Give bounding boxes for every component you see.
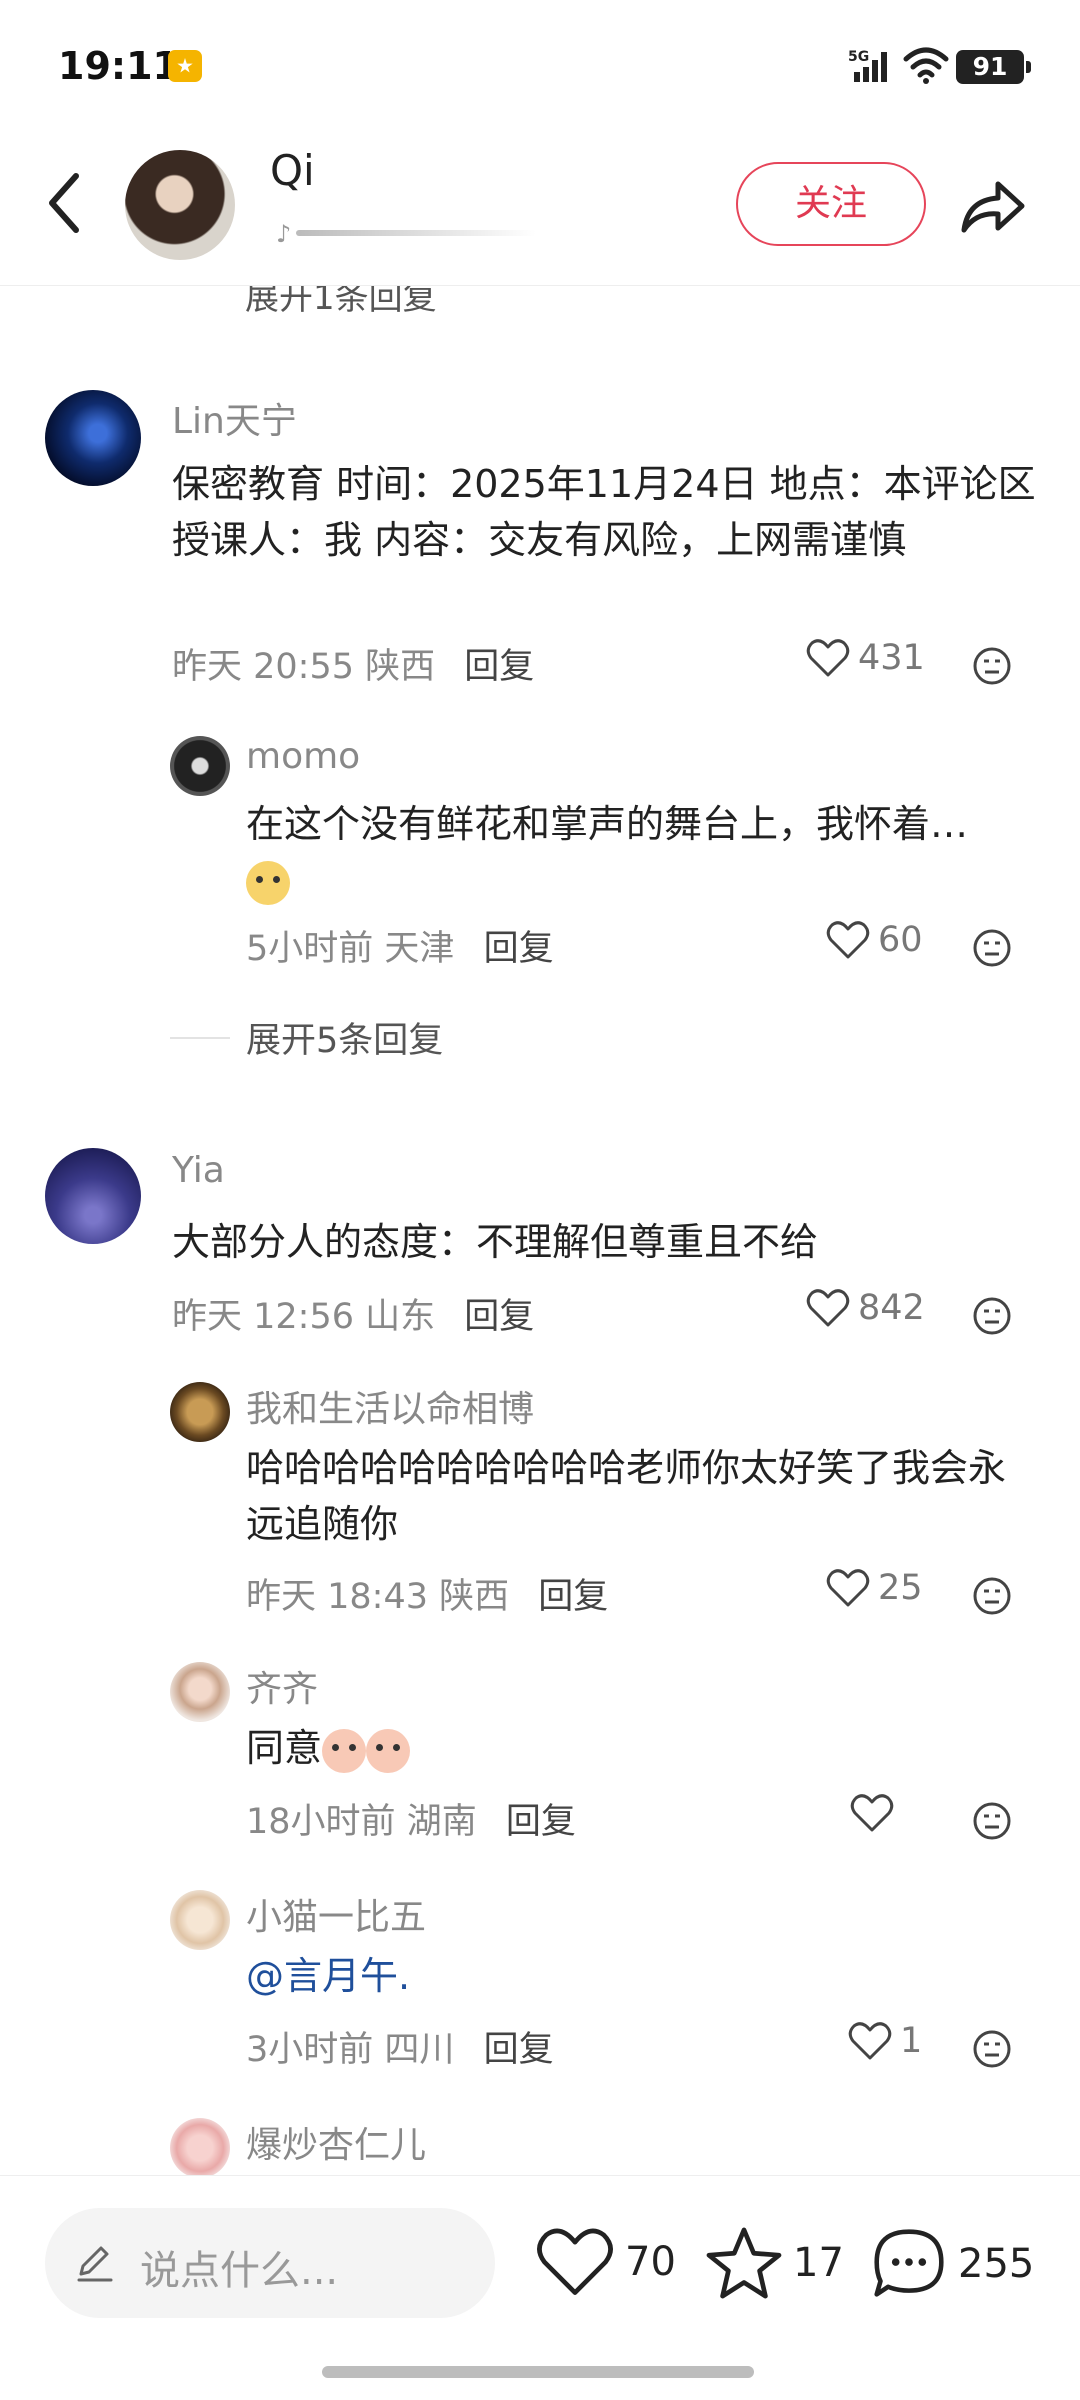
- chat-bubble-icon: [874, 2229, 944, 2297]
- author-name[interactable]: Qi: [270, 146, 315, 195]
- avatar[interactable]: [170, 1382, 230, 1442]
- reply-meta: 3小时前 四川 回复: [246, 2030, 554, 2070]
- reply-username[interactable]: 我和生活以命相博: [246, 1380, 534, 1432]
- dislike-face-icon[interactable]: [972, 2029, 1012, 2069]
- heart-icon: [848, 2022, 892, 2060]
- like-button[interactable]: 842: [806, 1288, 925, 1328]
- avatar[interactable]: [170, 736, 230, 796]
- home-indicator[interactable]: [322, 2366, 754, 2378]
- battery-indicator: 91: [956, 50, 1031, 84]
- wifi-icon: [903, 47, 949, 84]
- reply-text: 哈哈哈哈哈哈哈哈哈哈老师你太好笑了我会永远追随你: [246, 1446, 1007, 1546]
- status-time: 19:11: [58, 44, 179, 88]
- heart-icon: [806, 639, 850, 677]
- comment-input[interactable]: 说点什么...: [45, 2208, 495, 2318]
- follow-button[interactable]: 关注: [736, 162, 926, 246]
- author-avatar[interactable]: [125, 150, 235, 260]
- share-icon[interactable]: [956, 170, 1028, 240]
- comment-location: 陕西: [365, 647, 436, 687]
- pencil-icon: [77, 2246, 113, 2282]
- dislike-face-icon[interactable]: [972, 1801, 1012, 1841]
- reply-meta: 5小时前 天津 回复: [246, 929, 554, 969]
- comment-meta: 昨天 12:56 山东 回复: [172, 1297, 535, 1337]
- comment-count: 255: [958, 2241, 1035, 2287]
- expand-replies-button[interactable]: 展开5条回复: [170, 1012, 443, 1063]
- dislike-face-icon[interactable]: [972, 646, 1012, 686]
- reply-button[interactable]: 回复: [484, 929, 554, 969]
- crying-emoji-icon: [366, 1728, 411, 1773]
- like-button[interactable]: 60: [826, 920, 923, 960]
- post-like-count: 70: [625, 2239, 676, 2285]
- heart-icon: [537, 2228, 613, 2295]
- reply-button[interactable]: 回复: [506, 1802, 576, 1842]
- dislike-face-icon[interactable]: [972, 1296, 1012, 1336]
- dislike-face-icon[interactable]: [972, 1576, 1012, 1616]
- like-count: 1: [900, 2021, 923, 2061]
- bottom-action-bar: 说点什么... 70 17 255: [0, 2175, 1080, 2400]
- avatar[interactable]: [170, 2118, 230, 2178]
- reply-username[interactable]: 爆炒杏仁儿: [246, 2116, 426, 2168]
- heart-icon: [826, 1569, 870, 1607]
- like-post-button[interactable]: 70: [535, 2226, 676, 2298]
- like-count: 842: [858, 1288, 925, 1328]
- heart-icon: [806, 1289, 850, 1327]
- like-button[interactable]: 25: [826, 1568, 923, 1608]
- favorite-button[interactable]: 17: [705, 2226, 844, 2300]
- music-indicator: ♪: [276, 220, 536, 248]
- dislike-face-icon[interactable]: [972, 928, 1012, 968]
- reply-meta: 18小时前 湖南 回复: [246, 1802, 576, 1842]
- like-button[interactable]: 1: [848, 2021, 922, 2061]
- emoji-icon: [246, 860, 290, 905]
- reply-button[interactable]: 回复: [538, 1577, 608, 1617]
- star-icon: [706, 2227, 782, 2299]
- like-count: 431: [858, 638, 925, 678]
- notification-icon: [168, 50, 202, 82]
- heart-icon: [826, 921, 870, 959]
- post-header: Qi ♪ 关注: [0, 130, 1080, 286]
- reply-text: 同意: [246, 1720, 646, 1776]
- reply-username[interactable]: momo: [246, 736, 360, 777]
- cellular-signal-icon: 5G: [848, 49, 887, 82]
- like-count: 60: [878, 920, 923, 960]
- reply-button[interactable]: 回复: [484, 2030, 554, 2070]
- comment-text: 大部分人的态度：不理解但尊重且不给: [172, 1220, 819, 1264]
- svg-text:5G: 5G: [848, 49, 869, 65]
- like-button[interactable]: 431: [806, 638, 925, 678]
- comments-button[interactable]: 255: [870, 2226, 1034, 2302]
- reply-text: 在这个没有鲜花和掌声的舞台上，我怀着…: [246, 796, 976, 908]
- avatar[interactable]: [45, 1148, 141, 1244]
- heart-icon: [850, 1794, 894, 1832]
- comment-text: 保密教育 时间：2025年11月24日 地点：本评论区 授课人：我 内容：交友有…: [172, 462, 1036, 562]
- avatar[interactable]: [170, 1662, 230, 1722]
- mention-link[interactable]: @言月午.: [246, 1948, 646, 2004]
- music-note-icon: ♪: [276, 220, 292, 248]
- comment-username[interactable]: Lin天宁: [172, 392, 297, 444]
- favorite-count: 17: [793, 2240, 844, 2286]
- back-arrow-icon[interactable]: [40, 168, 90, 238]
- like-button[interactable]: [850, 1793, 902, 1833]
- avatar[interactable]: [170, 1890, 230, 1950]
- avatar[interactable]: [45, 390, 141, 486]
- comment-meta: 昨天 20:55 陕西 回复: [172, 638, 534, 689]
- comment-username[interactable]: Yia: [172, 1150, 225, 1191]
- like-count: 25: [878, 1568, 923, 1608]
- comment-input-placeholder: 说点什么...: [140, 2248, 339, 2294]
- reply-username[interactable]: 齐齐: [246, 1660, 318, 1712]
- reply-meta: 昨天 18:43 陕西 回复: [246, 1577, 609, 1617]
- crying-emoji-icon: [322, 1728, 367, 1773]
- reply-button[interactable]: 回复: [464, 1297, 534, 1337]
- reply-button[interactable]: 回复: [464, 647, 534, 687]
- reply-username[interactable]: 小猫一比五: [246, 1888, 426, 1940]
- status-bar: 19:11 5G 91: [0, 0, 1080, 130]
- comment-time: 昨天 20:55: [172, 647, 354, 687]
